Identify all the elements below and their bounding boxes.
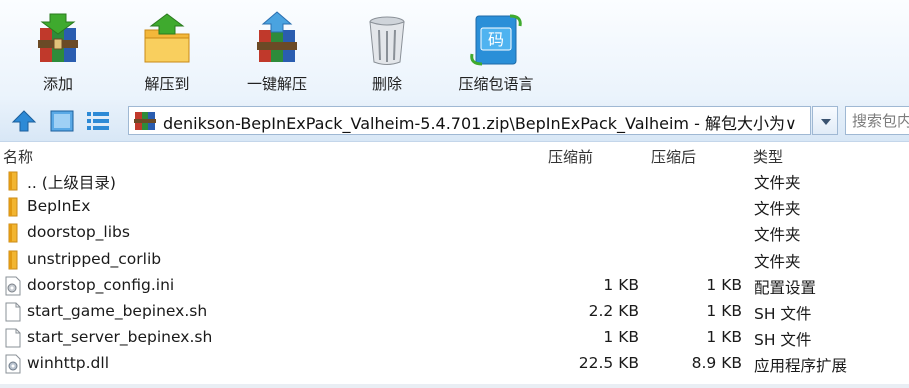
file-size: 2.2 KB [588, 302, 639, 320]
file-name: doorstop_libs [27, 223, 130, 242]
file-size: 1 KB [603, 275, 639, 294]
code-page-icon: 码 [470, 14, 522, 66]
extract-folder-icon [144, 13, 190, 63]
config-file-icon [4, 276, 22, 296]
file-row[interactable]: BepInEx 文件夹 [0, 194, 909, 220]
file-type: 文件夹 [754, 252, 801, 271]
file-row[interactable]: .. (上级目录) 文件夹 [0, 168, 909, 194]
code-page-label: 压缩包语言 [458, 75, 534, 93]
file-row[interactable]: doorstop_config.ini 1 KB 1 KB 配置设置 [0, 273, 909, 299]
file-row[interactable]: start_server_bepinex.sh 1 KB 1 KB SH 文件 [0, 325, 909, 351]
file-row[interactable]: winhttp.dll 22.5 KB 8.9 KB 应用程序扩展 [0, 351, 909, 377]
address-dropdown-button[interactable] [812, 106, 838, 135]
thumbnail-view-icon[interactable] [48, 107, 76, 135]
column-packed[interactable]: 压缩后 [651, 146, 696, 167]
column-size[interactable]: 压缩前 [548, 146, 593, 167]
file-type: 文件夹 [754, 200, 801, 219]
file-name: doorstop_config.ini [27, 275, 175, 294]
file-name: start_game_bepinex.sh [27, 302, 208, 320]
delete-label: 删除 [371, 75, 402, 93]
archive-icon [134, 112, 156, 130]
file-type: 配置设置 [754, 278, 817, 297]
address-path: denikson-BepInExPack_Valheim-5.4.701.zip… [163, 114, 797, 133]
navigation-bar: denikson-BepInExPack_Valheim-5.4.701.zip… [0, 100, 909, 142]
toolbar: 添加 解压到 一键解压 删除 码 压缩包语言 [0, 0, 909, 100]
status-strip [0, 384, 909, 388]
file-type: 文件夹 [754, 226, 801, 245]
code-page-button[interactable]: 码 压缩包语言 [441, 6, 551, 96]
one-click-extract-button[interactable]: 一键解压 [222, 6, 332, 96]
file-packed-size: 8.9 KB [691, 354, 742, 373]
extract-to-button[interactable]: 解压到 [112, 6, 222, 96]
search-box[interactable] [845, 106, 909, 135]
address-bar[interactable]: denikson-BepInExPack_Valheim-5.4.701.zip… [128, 106, 811, 135]
add-archive-icon [38, 13, 78, 62]
search-input[interactable] [846, 107, 909, 134]
column-header: 名称 压缩前 压缩后 类型 [0, 142, 909, 168]
column-type[interactable]: 类型 [753, 146, 783, 167]
one-click-extract-icon [257, 11, 297, 62]
file-row[interactable]: start_game_bepinex.sh 2.2 KB 1 KB SH 文件 [0, 299, 909, 325]
add-button[interactable]: 添加 [3, 6, 113, 96]
file-type: 文件夹 [754, 174, 801, 192]
file-type: SH 文件 [754, 305, 812, 323]
chevron-down-icon [821, 119, 831, 125]
folder-icon [4, 223, 22, 243]
svg-text:码: 码 [488, 30, 504, 49]
file-type: 应用程序扩展 [754, 357, 848, 376]
dll-file-icon [4, 354, 22, 374]
extract-to-label: 解压到 [144, 75, 190, 93]
file-packed-size: 1 KB [706, 302, 742, 320]
file-name: .. (上级目录) [27, 174, 116, 192]
file-icon [4, 302, 22, 322]
file-size: 22.5 KB [578, 354, 639, 373]
trash-icon [369, 16, 405, 65]
file-name: BepInEx [27, 197, 91, 216]
up-arrow-icon[interactable] [10, 107, 38, 135]
file-icon [4, 328, 22, 348]
column-name[interactable]: 名称 [3, 146, 33, 167]
folder-icon [4, 171, 22, 191]
add-label: 添加 [42, 75, 73, 93]
delete-button[interactable]: 删除 [332, 6, 442, 96]
file-size: 1 KB [603, 328, 639, 347]
file-row[interactable]: unstripped_corlib 文件夹 [0, 247, 909, 273]
file-type: SH 文件 [754, 331, 812, 350]
file-name: start_server_bepinex.sh [27, 328, 213, 347]
folder-icon [4, 250, 22, 270]
list-view-icon[interactable] [84, 107, 112, 135]
file-row[interactable]: doorstop_libs 文件夹 [0, 220, 909, 246]
file-packed-size: 1 KB [706, 328, 742, 347]
one-click-extract-label: 一键解压 [246, 75, 307, 93]
file-packed-size: 1 KB [706, 275, 742, 294]
file-name: winhttp.dll [27, 354, 110, 373]
folder-icon [4, 197, 22, 217]
file-list: 名称 压缩前 压缩后 类型 .. (上级目录) 文件夹 BepInEx 文件夹 door… [0, 142, 909, 388]
file-name: unstripped_corlib [27, 249, 162, 268]
